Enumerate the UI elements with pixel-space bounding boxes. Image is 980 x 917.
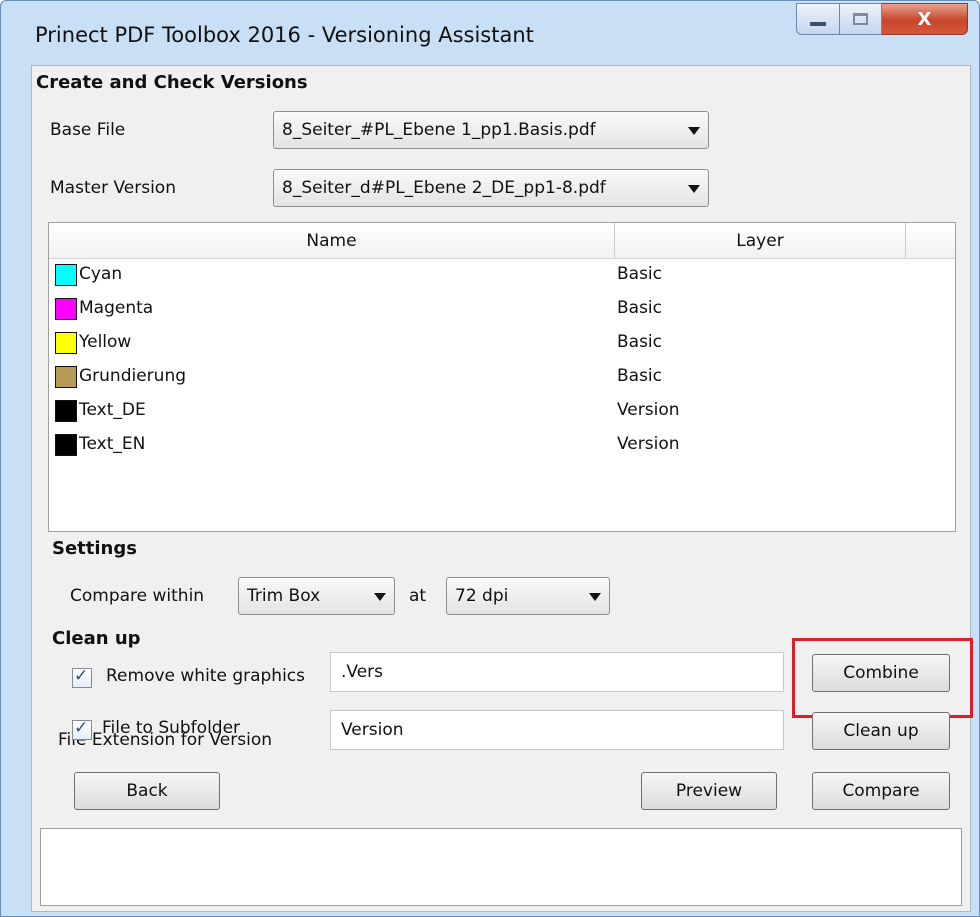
base-file-dropdown[interactable]: 8_Seiter_#PL_Ebene 1_pp1.Basis.pdf: [273, 111, 709, 149]
row-name: Grundierung: [79, 366, 187, 386]
base-file-label: Base File: [50, 120, 126, 140]
versioning-assistant-window: Prinect PDF Toolbox 2016 - Versioning As…: [0, 0, 980, 917]
settings-header: Settings: [52, 538, 137, 559]
window-controls: X: [796, 3, 968, 35]
table-row[interactable]: Yellow Basic: [53, 327, 933, 361]
remove-white-label: Remove white graphics: [106, 666, 306, 686]
row-layer: Basic: [617, 264, 663, 284]
subfolder-label: File to Subfolder: [102, 718, 241, 738]
checkmark-icon: ✓: [74, 666, 89, 686]
file-extension-value: .Vers: [341, 662, 384, 682]
color-swatch-icon: [55, 264, 77, 286]
remove-white-checkbox[interactable]: ✓: [72, 666, 92, 688]
subfolder-checkbox[interactable]: ✓: [72, 718, 92, 740]
compare-box-value: Trim Box: [247, 586, 321, 606]
subfolder-input[interactable]: Version: [330, 710, 784, 750]
color-swatch-icon: [55, 434, 77, 456]
close-icon: X: [917, 8, 932, 30]
minimize-icon: [810, 22, 826, 26]
back-button[interactable]: Back: [74, 772, 220, 810]
base-file-value: 8_Seiter_#PL_Ebene 1_pp1.Basis.pdf: [282, 120, 596, 140]
color-swatch-icon: [55, 400, 77, 422]
subfolder-value: Version: [341, 720, 404, 740]
table-row[interactable]: Magenta Basic: [53, 293, 933, 327]
file-extension-input[interactable]: .Vers: [330, 652, 784, 692]
color-swatch-icon: [55, 298, 77, 320]
table-row[interactable]: Grundierung Basic: [53, 361, 933, 395]
chevron-down-icon: [688, 127, 700, 135]
cleanup-header: Clean up: [52, 628, 141, 649]
list-header: Name Layer: [49, 223, 955, 259]
maximize-button[interactable]: [840, 3, 882, 35]
chevron-down-icon: [374, 593, 386, 601]
row-name: Text_DE: [79, 400, 146, 420]
master-version-value: 8_Seiter_d#PL_Ebene 2_DE_pp1-8.pdf: [282, 178, 606, 198]
table-row[interactable]: Text_DE Version: [53, 395, 933, 429]
row-layer: Basic: [617, 298, 663, 318]
dpi-dropdown[interactable]: 72 dpi: [446, 577, 610, 615]
row-layer: Version: [617, 400, 680, 420]
minimize-button[interactable]: [796, 3, 840, 35]
window-title: Prinect PDF Toolbox 2016 - Versioning As…: [35, 23, 534, 47]
chevron-down-icon: [589, 593, 601, 601]
clean-up-button[interactable]: Clean up: [812, 712, 950, 750]
preview-button[interactable]: Preview: [641, 772, 777, 810]
close-button[interactable]: X: [882, 3, 968, 35]
color-swatch-icon: [55, 366, 77, 388]
create-check-versions-header: Create and Check Versions: [36, 72, 308, 93]
dialog-body: Create and Check Versions Base File 8_Se…: [31, 65, 973, 912]
color-swatch-icon: [55, 332, 77, 354]
dpi-value: 72 dpi: [455, 586, 509, 606]
separations-list[interactable]: Name Layer Cyan Basic Magenta Basic Yellow Ba…: [48, 222, 956, 532]
master-version-label: Master Version: [50, 178, 176, 198]
row-name: Text_EN: [79, 434, 146, 454]
row-name: Magenta: [79, 298, 154, 318]
row-layer: Version: [617, 434, 680, 454]
title-bar[interactable]: Prinect PDF Toolbox 2016 - Versioning As…: [1, 1, 979, 63]
compare-box-dropdown[interactable]: Trim Box: [238, 577, 395, 615]
at-label: at: [409, 586, 427, 606]
table-row[interactable]: Cyan Basic: [53, 259, 933, 293]
column-header-layer[interactable]: Layer: [615, 223, 906, 259]
master-version-dropdown[interactable]: 8_Seiter_d#PL_Ebene 2_DE_pp1-8.pdf: [273, 169, 709, 207]
checkmark-icon: ✓: [74, 718, 89, 738]
chevron-down-icon: [688, 185, 700, 193]
status-output-area: [40, 828, 962, 906]
compare-within-label: Compare within: [70, 586, 205, 606]
row-name: Cyan: [79, 264, 123, 284]
table-row[interactable]: Text_EN Version: [53, 429, 933, 463]
row-layer: Basic: [617, 332, 663, 352]
combine-button[interactable]: Combine: [812, 654, 950, 692]
column-header-name[interactable]: Name: [49, 223, 615, 259]
row-name: Yellow: [79, 332, 132, 352]
maximize-icon: [853, 13, 868, 25]
compare-button[interactable]: Compare: [812, 772, 950, 810]
row-layer: Basic: [617, 366, 663, 386]
